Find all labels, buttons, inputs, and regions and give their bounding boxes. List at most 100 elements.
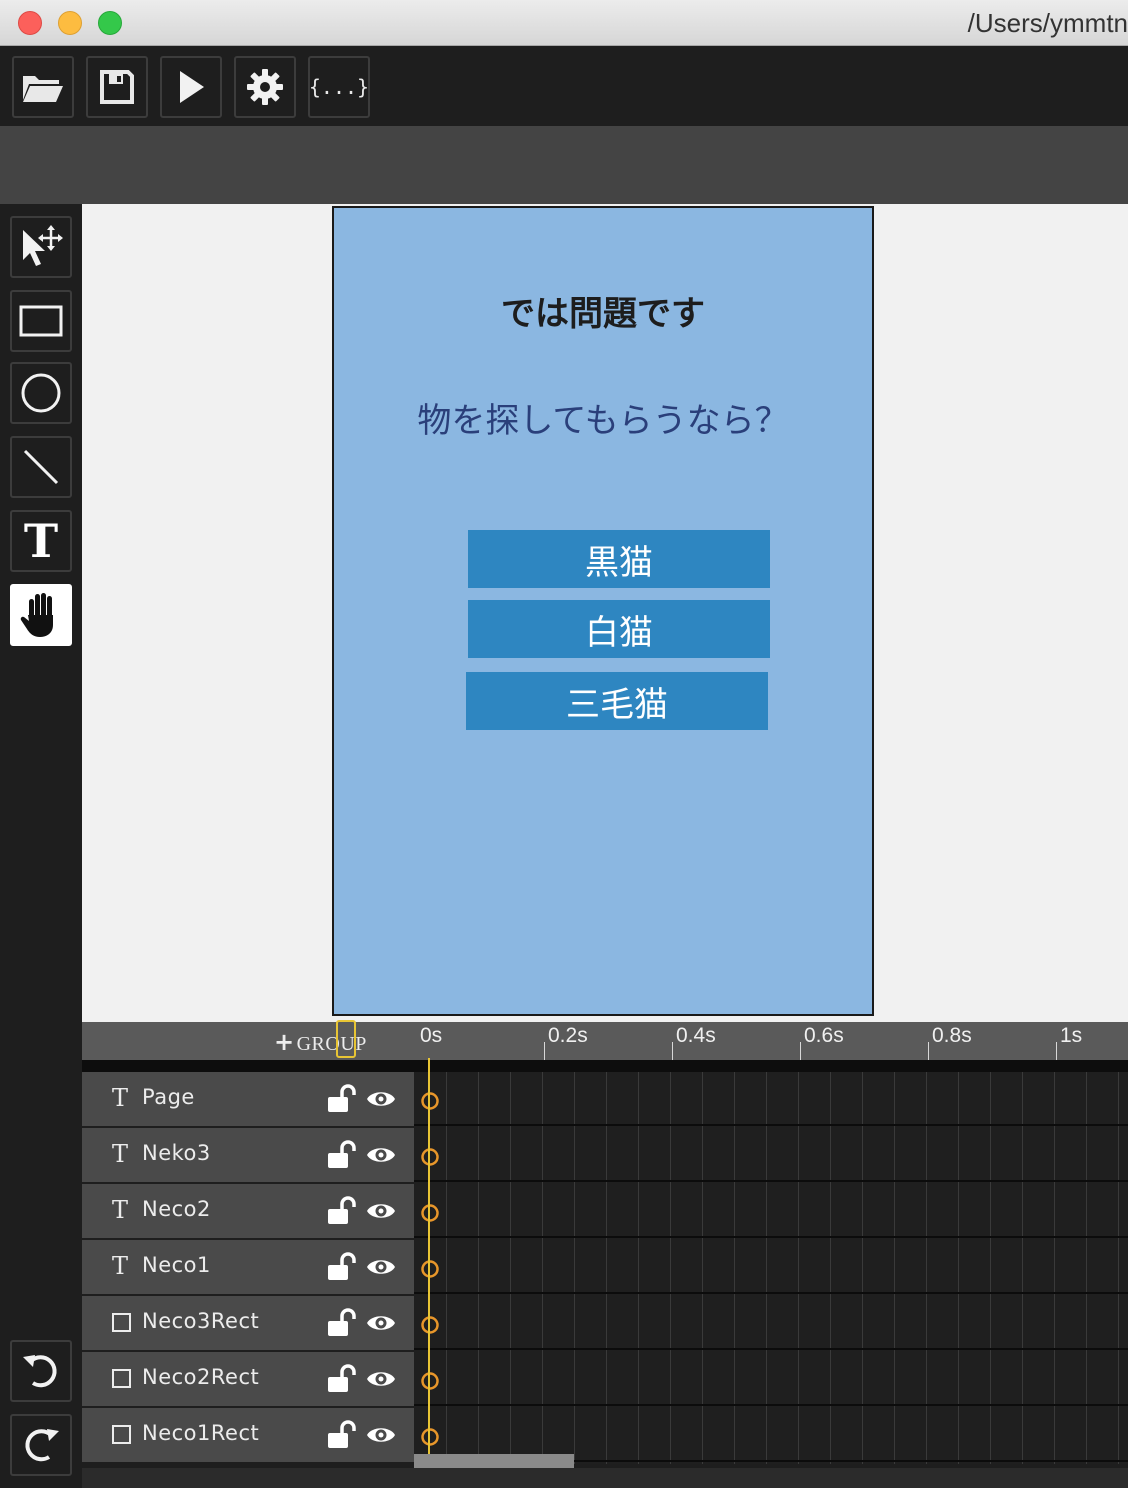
hand-icon: [20, 593, 53, 637]
tick-label-0: 0s: [420, 1024, 443, 1047]
track-row[interactable]: [414, 1072, 1128, 1126]
undo-icon: [23, 1355, 57, 1388]
eye-icon[interactable]: [366, 1144, 396, 1166]
text-tool-button[interactable]: T: [10, 510, 72, 572]
text-layer-icon: T: [112, 1084, 129, 1112]
playhead-line[interactable]: [428, 1058, 430, 1468]
keyframe-marker[interactable]: [420, 1427, 440, 1447]
ellipse-tool-button[interactable]: [10, 362, 72, 424]
text-layer-icon: T: [112, 1140, 129, 1168]
folder-open-icon: [23, 76, 63, 102]
select-move-icon: [23, 225, 63, 266]
layer-row[interactable]: T Neco2: [82, 1184, 414, 1238]
eye-icon[interactable]: [366, 1368, 396, 1390]
tick-mark: [1056, 1042, 1057, 1060]
close-window-button[interactable]: [18, 11, 42, 35]
keyframe-marker[interactable]: [420, 1315, 440, 1335]
settings-button[interactable]: [234, 56, 296, 118]
page-artboard[interactable]: では問題です 物を探してもらうなら？ 黒猫 白猫 三毛猫: [332, 206, 874, 1016]
playhead-handle[interactable]: [336, 1020, 356, 1058]
keyframe-marker[interactable]: [420, 1203, 440, 1223]
main-toolbar: {...}: [0, 46, 1128, 126]
track-row[interactable]: [414, 1296, 1128, 1350]
choice-2-rect[interactable]: 白猫: [468, 600, 770, 658]
layer-name: Neco2Rect: [142, 1365, 260, 1389]
play-icon: [180, 71, 204, 103]
plus-icon: +: [274, 1028, 295, 1056]
eye-icon[interactable]: [366, 1200, 396, 1222]
unlock-icon[interactable]: [326, 1196, 358, 1226]
eye-icon[interactable]: [366, 1312, 396, 1334]
layer-row[interactable]: T Neko3: [82, 1128, 414, 1182]
gear-icon: [247, 69, 283, 105]
keyframe-marker[interactable]: [420, 1147, 440, 1167]
select-tool-button[interactable]: [10, 216, 72, 278]
layer-name: Neco1: [142, 1253, 211, 1277]
track-row[interactable]: [414, 1184, 1128, 1238]
tick-mark: [800, 1042, 801, 1060]
layer-row[interactable]: T Page: [82, 1072, 414, 1126]
tick-label-3: 0.6s: [804, 1024, 844, 1047]
rect-layer-icon: [112, 1425, 131, 1444]
hand-tool-button[interactable]: [10, 584, 72, 646]
undo-button[interactable]: [10, 1340, 72, 1402]
unlock-icon[interactable]: [326, 1252, 358, 1282]
line-tool-button[interactable]: [10, 436, 72, 498]
keyframe-marker[interactable]: [420, 1371, 440, 1391]
track-row[interactable]: [414, 1240, 1128, 1294]
keyframe-marker[interactable]: [420, 1259, 440, 1279]
text-icon: T: [23, 514, 59, 568]
page-question-text[interactable]: 物を探してもらうなら？: [334, 393, 872, 442]
tick-label-1: 0.2s: [548, 1024, 588, 1047]
eye-icon[interactable]: [366, 1424, 396, 1446]
track-row[interactable]: [414, 1352, 1128, 1406]
choice-1-rect[interactable]: 黒猫: [468, 530, 770, 588]
open-button[interactable]: [12, 56, 74, 118]
unlock-icon[interactable]: [326, 1308, 358, 1338]
redo-icon: [25, 1429, 59, 1462]
rect-layer-icon: [112, 1369, 131, 1388]
unlock-icon[interactable]: [326, 1364, 358, 1394]
timeline-scrollbar[interactable]: [414, 1454, 574, 1468]
tick-mark: [928, 1042, 929, 1060]
layer-row[interactable]: Neco2Rect: [82, 1352, 414, 1406]
track-row[interactable]: [414, 1128, 1128, 1182]
unlock-icon[interactable]: [326, 1084, 358, 1114]
time-ruler[interactable]: 0s 0.2s 0.4s 0.6s 0.8s 1s: [414, 1022, 1128, 1060]
canvas-area[interactable]: では問題です 物を探してもらうなら？ 黒猫 白猫 三毛猫: [82, 204, 1128, 1022]
keyframe-marker[interactable]: [420, 1091, 440, 1111]
rectangle-tool-button[interactable]: [10, 290, 72, 352]
eye-icon[interactable]: [366, 1256, 396, 1278]
text-layer-icon: T: [112, 1196, 129, 1224]
tool-panel: T: [0, 204, 82, 1488]
timeline-header: + GROUP 0s 0.2s 0.4s 0.6s 0.8s 1s: [82, 1022, 1128, 1060]
save-button[interactable]: [86, 56, 148, 118]
page-title-text[interactable]: では問題です: [334, 286, 872, 335]
minimize-window-button[interactable]: [58, 11, 82, 35]
ellipse-icon: [21, 373, 61, 413]
choice-3-rect[interactable]: 三毛猫: [466, 672, 768, 730]
unlock-icon[interactable]: [326, 1140, 358, 1170]
property-bar: [0, 126, 1128, 204]
timeline-tracks[interactable]: [414, 1072, 1128, 1464]
layer-row[interactable]: Neco3Rect: [82, 1296, 414, 1350]
unlock-icon[interactable]: [326, 1420, 358, 1450]
timeline-separator: [82, 1060, 1128, 1072]
eye-icon[interactable]: [366, 1088, 396, 1110]
layer-name: Page: [142, 1085, 195, 1109]
tick-label-5: 1s: [1060, 1024, 1083, 1047]
layer-name: Neco3Rect: [142, 1309, 260, 1333]
maximize-window-button[interactable]: [98, 11, 122, 35]
tick-label-2: 0.4s: [676, 1024, 716, 1047]
line-icon: [23, 449, 59, 485]
play-button[interactable]: [160, 56, 222, 118]
code-button[interactable]: {...}: [308, 56, 370, 118]
layer-row[interactable]: Neco1Rect: [82, 1408, 414, 1462]
rect-layer-icon: [112, 1313, 131, 1332]
redo-button[interactable]: [10, 1414, 72, 1476]
layer-list: T Page T Neko3 T Neco2 T Neco1 Neco3Rect…: [82, 1072, 414, 1464]
layer-row[interactable]: T Neco1: [82, 1240, 414, 1294]
layer-name: Neko3: [142, 1141, 211, 1165]
tick-label-4: 0.8s: [932, 1024, 972, 1047]
tick-mark: [544, 1042, 545, 1060]
